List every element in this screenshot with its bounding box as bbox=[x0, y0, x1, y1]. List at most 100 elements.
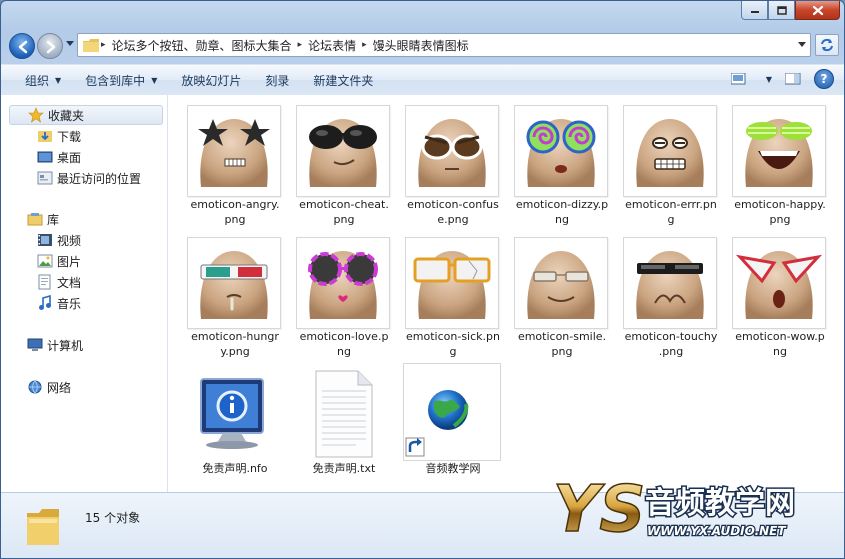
maximize-icon bbox=[776, 5, 787, 15]
file-item-emoticon-wow[interactable]: emoticon-wow.p ng bbox=[728, 231, 832, 358]
nav-documents[interactable]: 文档 bbox=[37, 272, 81, 292]
nav-downloads[interactable]: 下载 bbox=[37, 126, 81, 146]
address-dropdown-icon[interactable] bbox=[798, 42, 806, 48]
breadcrumb-item[interactable]: 论坛表情 bbox=[304, 37, 360, 54]
nav-pictures[interactable]: 图片 bbox=[37, 251, 81, 271]
nav-label: 文档 bbox=[57, 275, 82, 290]
thumbnail bbox=[405, 105, 499, 197]
forward-button[interactable] bbox=[37, 33, 63, 59]
burn-button[interactable]: 刻录 bbox=[253, 66, 301, 94]
file-item-emoticon-errr[interactable]: emoticon-errr.pn g bbox=[619, 99, 723, 226]
watermark-logo: YS 音频教学网 WWW.YX-AUDIO.NET bbox=[549, 463, 839, 553]
nav-desktop[interactable]: 桌面 bbox=[37, 147, 81, 167]
sick-emoticon-icon bbox=[413, 251, 491, 319]
nav-label: 网络 bbox=[47, 380, 72, 395]
file-item-emoticon-smile[interactable]: emoticon-smile. png bbox=[510, 231, 614, 358]
breadcrumb-item[interactable]: 论坛多个按钮、勋章、图标大集合 bbox=[108, 37, 296, 54]
love-emoticon-icon bbox=[308, 251, 378, 319]
thumbnail bbox=[514, 105, 608, 197]
breadcrumb-separator-icon[interactable]: ▸ bbox=[99, 40, 108, 50]
file-item-emoticon-confuse[interactable]: emoticon-confus e.png bbox=[401, 99, 505, 226]
new-folder-button[interactable]: 新建文件夹 bbox=[301, 66, 385, 94]
happy-emoticon-icon bbox=[745, 119, 813, 187]
change-view-button[interactable] bbox=[726, 68, 752, 90]
desktop-icon bbox=[37, 149, 53, 165]
nav-computer[interactable]: 计算机 bbox=[27, 335, 83, 355]
file-name: emoticon-sick.pn g bbox=[406, 330, 500, 358]
computer-icon bbox=[27, 337, 43, 353]
confuse-emoticon-icon bbox=[418, 119, 486, 187]
help-button[interactable]: ? bbox=[814, 69, 834, 89]
thumbnail bbox=[623, 237, 717, 329]
yx-audio-logo-icon: YS 音频教学网 WWW.YX-AUDIO.NET bbox=[552, 472, 796, 548]
file-name: emoticon-wow.p ng bbox=[735, 330, 825, 358]
nav-libraries[interactable]: 库 bbox=[27, 209, 59, 229]
file-name: emoticon-confus e.png bbox=[407, 198, 499, 226]
thumbnail bbox=[296, 237, 390, 329]
history-dropdown-icon[interactable] bbox=[66, 41, 74, 47]
text-file-icon bbox=[296, 369, 390, 459]
file-name: 音频教学网 bbox=[425, 462, 481, 475]
preview-pane-button[interactable] bbox=[780, 68, 806, 90]
svg-text:WWW.YX-AUDIO.NET: WWW.YX-AUDIO.NET bbox=[647, 524, 786, 538]
nav-music[interactable]: 音乐 bbox=[37, 293, 81, 313]
nav-label: 计算机 bbox=[47, 338, 84, 353]
breadcrumb-separator-icon[interactable]: ▸ bbox=[360, 40, 369, 50]
view-dropdown-icon[interactable]: ▼ bbox=[766, 75, 772, 84]
file-item-emoticon-hungry[interactable]: emoticon-hungr y.png bbox=[183, 231, 287, 358]
close-button[interactable] bbox=[795, 1, 840, 20]
nav-label: 下载 bbox=[57, 129, 82, 144]
nav-videos[interactable]: 视频 bbox=[37, 230, 81, 250]
close-icon bbox=[812, 5, 823, 15]
nav-network[interactable]: 网络 bbox=[27, 377, 71, 397]
file-item-emoticon-touchy[interactable]: emoticon-touchy .png bbox=[619, 231, 723, 358]
dizzy-emoticon-icon bbox=[526, 119, 596, 187]
thumbnail bbox=[623, 105, 717, 197]
refresh-button[interactable] bbox=[815, 34, 839, 56]
music-library-icon bbox=[37, 295, 53, 311]
back-button[interactable] bbox=[9, 33, 35, 59]
star-icon bbox=[28, 107, 44, 123]
nav-label: 最近访问的位置 bbox=[57, 171, 142, 186]
svg-text:音频教学网: 音频教学网 bbox=[645, 486, 795, 521]
file-item-emoticon-love[interactable]: emoticon-love.p ng bbox=[292, 231, 396, 358]
chevron-down-icon: ▼ bbox=[55, 75, 62, 85]
thumbnail bbox=[405, 237, 499, 329]
file-item-disclaimer-txt[interactable]: 免责声明.txt bbox=[292, 363, 396, 489]
explorer-window: ▸ 论坛多个按钮、勋章、图标大集合 ▸ 论坛表情 ▸ 馒头眼睛表情图标 组织 ▼ … bbox=[0, 0, 845, 559]
include-in-library-menu[interactable]: 包含到库中 ▼ bbox=[73, 66, 169, 94]
maximize-button[interactable] bbox=[768, 1, 795, 20]
file-item-emoticon-angry[interactable]: emoticon-angry. png bbox=[183, 99, 287, 226]
organize-menu[interactable]: 组织 ▼ bbox=[1, 66, 73, 94]
file-name: 免责声明.txt bbox=[312, 462, 376, 475]
thumbnail bbox=[403, 363, 501, 461]
errr-emoticon-icon bbox=[636, 119, 704, 187]
minimize-button[interactable] bbox=[741, 1, 768, 20]
folder-icon bbox=[27, 509, 59, 545]
slideshow-button[interactable]: 放映幻灯片 bbox=[169, 66, 253, 94]
file-item-emoticon-sick[interactable]: emoticon-sick.pn g bbox=[401, 231, 505, 358]
file-item-shortcut-yx-audio[interactable]: 音频教学网 bbox=[401, 363, 505, 489]
file-item-emoticon-happy[interactable]: emoticon-happy. png bbox=[728, 99, 832, 226]
nav-favorites[interactable]: 收藏夹 bbox=[9, 105, 163, 125]
file-item-emoticon-cheat[interactable]: emoticon-cheat. png bbox=[292, 99, 396, 226]
hungry-emoticon-icon bbox=[200, 251, 268, 319]
svg-text:YS: YS bbox=[553, 473, 645, 547]
picture-library-icon bbox=[37, 253, 53, 269]
touchy-emoticon-icon bbox=[636, 251, 704, 319]
file-name: emoticon-happy. png bbox=[734, 198, 826, 226]
file-item-emoticon-dizzy[interactable]: emoticon-dizzy.p ng bbox=[510, 99, 614, 226]
video-library-icon bbox=[37, 232, 53, 248]
library-icon bbox=[27, 211, 43, 227]
address-bar[interactable]: ▸ 论坛多个按钮、勋章、图标大集合 ▸ 论坛表情 ▸ 馒头眼睛表情图标 bbox=[77, 33, 811, 57]
file-name: emoticon-hungr y.png bbox=[191, 330, 279, 358]
main-pane: 收藏夹 下载 桌面 最近访问的位置 库 视频 图片 文档 音乐 计算机 网络 e… bbox=[1, 95, 844, 492]
breadcrumb-item[interactable]: 馒头眼睛表情图标 bbox=[369, 37, 473, 54]
address-row: ▸ 论坛多个按钮、勋章、图标大集合 ▸ 论坛表情 ▸ 馒头眼睛表情图标 bbox=[1, 29, 844, 63]
nav-recent-places[interactable]: 最近访问的位置 bbox=[37, 168, 141, 188]
breadcrumb-separator-icon[interactable]: ▸ bbox=[296, 40, 305, 50]
file-list: emoticon-angry. png emoticon-cheat. png … bbox=[168, 95, 844, 492]
smile-emoticon-icon bbox=[527, 251, 595, 319]
thumbnail bbox=[187, 105, 281, 197]
file-item-disclaimer-nfo[interactable]: 免责声明.nfo bbox=[183, 363, 287, 489]
